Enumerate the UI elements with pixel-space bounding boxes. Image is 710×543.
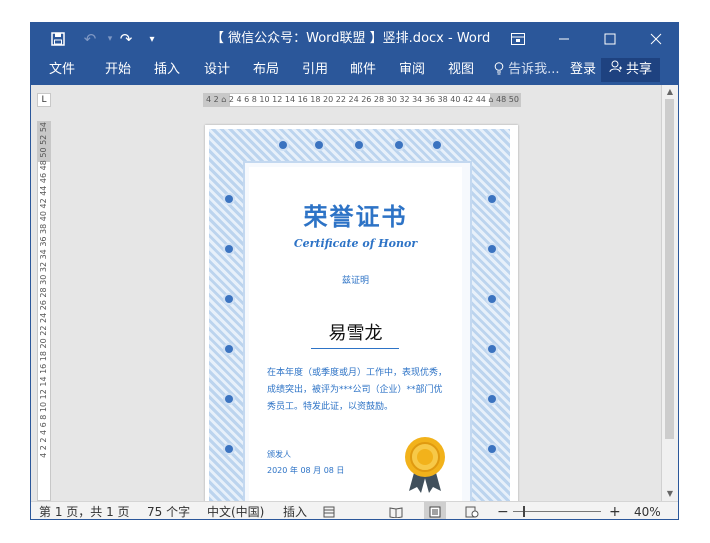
horizontal-ruler-numbers: 4 2 ⌂ 2 4 6 8 10 12 14 16 18 20 22 24 26… [206, 95, 519, 104]
word-window: ↶ ▾ ↷ ▾ 【 微信公众号：Word联盟 】竖排.docx - Word 文… [30, 22, 679, 520]
tab-references[interactable]: 引用 [302, 55, 328, 85]
border-ornament [279, 141, 287, 149]
undo-icon[interactable]: ↶ [79, 23, 101, 55]
word-count[interactable]: 75 个字 [147, 502, 190, 519]
close-icon[interactable] [643, 23, 669, 55]
tell-me-box[interactable]: 告诉我... [494, 55, 560, 85]
vertical-ruler-numbers: 4 2 2 4 6 8 10 12 14 16 18 20 22 24 26 2… [39, 122, 48, 458]
scroll-up-icon[interactable]: ▲ [662, 85, 678, 99]
tab-view[interactable]: 视图 [448, 55, 474, 85]
tab-review[interactable]: 审阅 [399, 55, 425, 85]
web-layout-icon[interactable] [465, 502, 479, 519]
tab-insert[interactable]: 插入 [154, 55, 180, 85]
border-ornament [395, 141, 403, 149]
vertical-scrollbar[interactable]: ▲ ▼ [661, 85, 678, 501]
border-ornament [225, 445, 233, 453]
border-ornament [315, 141, 323, 149]
certificate-subtitle: Certificate of Honor [293, 237, 418, 250]
zoom-slider-thumb[interactable] [523, 506, 525, 517]
share-button[interactable]: 共享 [600, 58, 660, 82]
border-ornament [225, 345, 233, 353]
macro-record-icon[interactable] [323, 502, 335, 519]
read-mode-icon[interactable] [389, 502, 403, 519]
tab-home[interactable]: 开始 [105, 55, 131, 85]
border-ornament [488, 195, 496, 203]
save-icon[interactable] [47, 23, 69, 55]
scrollbar-thumb[interactable] [665, 99, 674, 439]
border-ornament [488, 295, 496, 303]
zoom-in-icon[interactable]: + [609, 502, 621, 519]
certificate-proof-label: 兹证明 [341, 276, 369, 286]
title-bar: ↶ ▾ ↷ ▾ 【 微信公众号：Word联盟 】竖排.docx - Word [31, 23, 678, 55]
border-ornament [488, 245, 496, 253]
issue-date: 2020 年 08 月 08 日 [267, 466, 345, 475]
border-ornament [355, 141, 363, 149]
language-indicator[interactable]: 中文(中国) [207, 502, 264, 519]
share-label: 共享 [625, 62, 652, 77]
maximize-icon[interactable] [597, 23, 623, 55]
tab-selector[interactable]: L [37, 93, 51, 107]
border-ornament [488, 345, 496, 353]
document-area[interactable]: L 4 2 ⌂ 2 4 6 8 10 12 14 16 18 20 22 24 … [31, 85, 678, 505]
ribbon-tabs: 文件 开始 插入 设计 布局 引用 邮件 审阅 视图 告诉我... 登录 共享 [31, 55, 678, 85]
tab-design[interactable]: 设计 [204, 55, 230, 85]
document-page[interactable]: 荣誉证书 Certificate of Honor 兹证明 易雪龙 在本年度（或… [205, 125, 518, 505]
page-count[interactable]: 第 1 页，共 1 页 [39, 502, 130, 519]
border-ornament [433, 141, 441, 149]
tab-layout[interactable]: 布局 [253, 55, 279, 85]
sign-in-link[interactable]: 登录 [570, 55, 596, 85]
ribbon-display-options-icon[interactable] [505, 23, 531, 55]
tab-mailings[interactable]: 邮件 [350, 55, 376, 85]
scroll-down-icon[interactable]: ▼ [662, 487, 678, 501]
issuer-label: 颁发人 [267, 450, 291, 459]
border-ornament [225, 395, 233, 403]
name-underline [311, 348, 399, 349]
print-layout-icon[interactable] [424, 502, 446, 519]
award-seal-icon [401, 435, 449, 495]
person-icon [609, 58, 622, 82]
border-ornament [488, 445, 496, 453]
recipient-name: 易雪龙 [328, 323, 383, 344]
border-ornament [488, 395, 496, 403]
zoom-slider-track[interactable] [513, 511, 601, 512]
border-ornament [225, 195, 233, 203]
tab-file[interactable]: 文件 [49, 55, 75, 85]
zoom-out-icon[interactable]: − [497, 502, 509, 519]
certificate-content: 荣誉证书 Certificate of Honor 兹证明 易雪龙 在本年度（或… [249, 167, 462, 505]
minimize-icon[interactable] [551, 23, 577, 55]
tell-me-label: 告诉我... [508, 62, 560, 77]
certificate-body-text: 在本年度（或季度或月）工作中，表现优秀，成绩突出，被评为***公司（企业）**部… [267, 368, 448, 412]
border-ornament [225, 295, 233, 303]
status-bar: 第 1 页，共 1 页 75 个字 中文(中国) 插入 − + 40% [31, 501, 678, 519]
lightbulb-icon [494, 62, 508, 77]
zoom-level[interactable]: 40% [634, 502, 661, 519]
window-title: 【 微信公众号：Word联盟 】竖排.docx - Word [211, 31, 491, 46]
certificate-title: 荣誉证书 [303, 203, 408, 231]
insert-mode[interactable]: 插入 [283, 502, 307, 519]
redo-icon[interactable]: ↷ [115, 23, 137, 55]
horizontal-ruler[interactable]: 4 2 ⌂ 2 4 6 8 10 12 14 16 18 20 22 24 26… [203, 93, 521, 107]
customize-qat-icon[interactable]: ▾ [145, 23, 159, 55]
border-ornament [225, 245, 233, 253]
vertical-ruler[interactable]: 4 2 2 4 6 8 10 12 14 16 18 20 22 24 26 2… [37, 121, 51, 501]
